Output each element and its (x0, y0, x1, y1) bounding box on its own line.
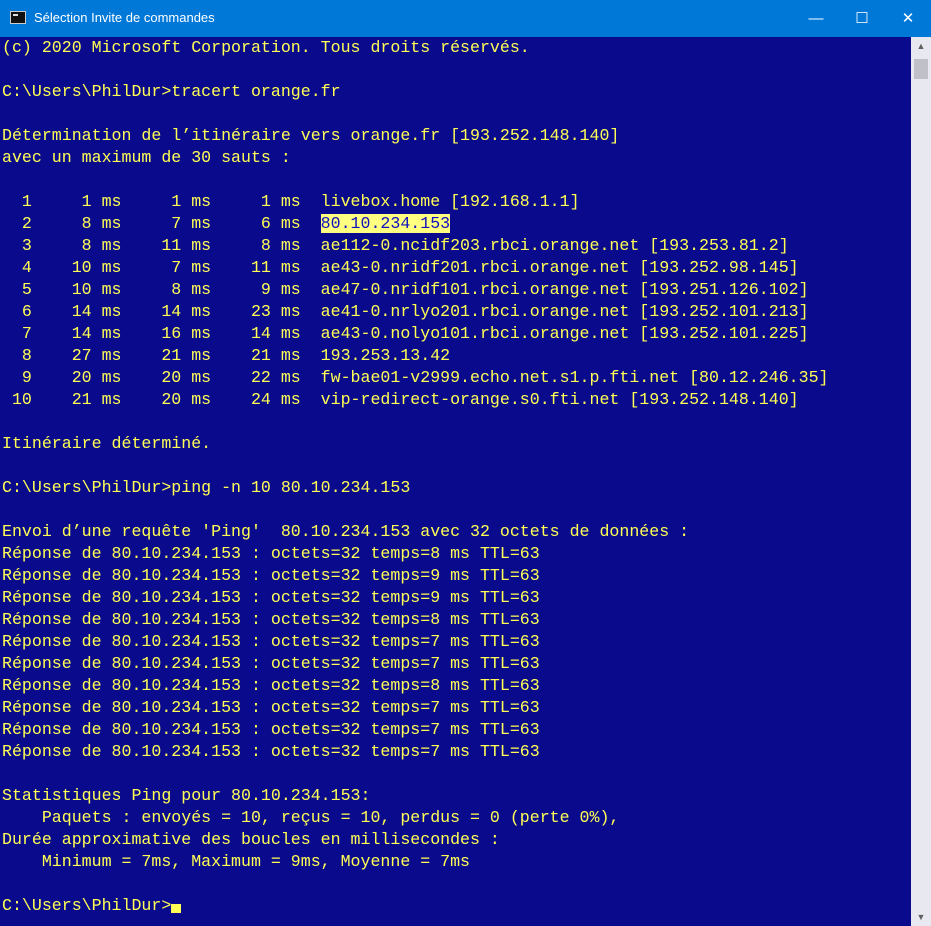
terminal-line: Réponse de 80.10.234.153 : octets=32 tem… (0, 741, 911, 763)
terminal-line: Réponse de 80.10.234.153 : octets=32 tem… (0, 675, 911, 697)
terminal-line: Minimum = 7ms, Maximum = 9ms, Moyenne = … (0, 851, 911, 873)
terminal-line: 7 14 ms 16 ms 14 ms ae43-0.nolyo101.rbci… (0, 323, 911, 345)
line-text: C:\Users\PhilDur>tracert orange.fr (2, 82, 341, 101)
line-text: (c) 2020 Microsoft Corporation. Tous dro… (2, 38, 530, 57)
line-text: Réponse de 80.10.234.153 : octets=32 tem… (2, 698, 540, 717)
line-text: 8 27 ms 21 ms 21 ms 193.253.13.42 (2, 346, 451, 365)
text-cursor (171, 904, 182, 913)
line-text: Réponse de 80.10.234.153 : octets=32 tem… (2, 632, 540, 651)
line-text: Réponse de 80.10.234.153 : octets=32 tem… (2, 676, 540, 695)
line-text: Durée approximative des boucles en milli… (2, 830, 500, 849)
terminal-line: Envoi d’une requête 'Ping' 80.10.234.153… (0, 521, 911, 543)
line-text: 10 21 ms 20 ms 24 ms vip-redirect-orange… (2, 390, 799, 409)
terminal-line: Réponse de 80.10.234.153 : octets=32 tem… (0, 719, 911, 741)
line-text: Réponse de 80.10.234.153 : octets=32 tem… (2, 742, 540, 761)
line-text: Réponse de 80.10.234.153 : octets=32 tem… (2, 544, 540, 563)
line-text: 7 14 ms 16 ms 14 ms ae43-0.nolyo101.rbci… (2, 324, 809, 343)
window-title: Sélection Invite de commandes (34, 10, 215, 25)
terminal-line: 1 1 ms 1 ms 1 ms livebox.home [192.168.1… (0, 191, 911, 213)
terminal-line: Réponse de 80.10.234.153 : octets=32 tem… (0, 565, 911, 587)
line-text: Réponse de 80.10.234.153 : octets=32 tem… (2, 720, 540, 739)
terminal-line: 9 20 ms 20 ms 22 ms fw-bae01-v2999.echo.… (0, 367, 911, 389)
terminal-line: Itinéraire déterminé. (0, 433, 911, 455)
line-text: Réponse de 80.10.234.153 : octets=32 tem… (2, 588, 540, 607)
terminal-line: 4 10 ms 7 ms 11 ms ae43-0.nridf201.rbci.… (0, 257, 911, 279)
terminal-line: C:\Users\PhilDur> (0, 895, 911, 917)
terminal-line: 8 27 ms 21 ms 21 ms 193.253.13.42 (0, 345, 911, 367)
terminal-line: Réponse de 80.10.234.153 : octets=32 tem… (0, 697, 911, 719)
line-text: 1 1 ms 1 ms 1 ms livebox.home [192.168.1… (2, 192, 580, 211)
line-text: avec un maximum de 30 sauts : (2, 148, 291, 167)
line-text: Paquets : envoyés = 10, reçus = 10, perd… (2, 808, 620, 827)
minimize-button[interactable]: — (793, 0, 839, 37)
terminal-line: 5 10 ms 8 ms 9 ms ae47-0.nridf101.rbci.o… (0, 279, 911, 301)
scroll-thumb[interactable] (914, 59, 928, 79)
terminal-line: Détermination de l’itinéraire vers orang… (0, 125, 911, 147)
line-text: Réponse de 80.10.234.153 : octets=32 tem… (2, 566, 540, 585)
terminal-line: 10 21 ms 20 ms 24 ms vip-redirect-orange… (0, 389, 911, 411)
line-text: 6 14 ms 14 ms 23 ms ae41-0.nrlyo201.rbci… (2, 302, 809, 321)
scroll-down-icon[interactable]: ▼ (911, 908, 931, 926)
line-text: 3 8 ms 11 ms 8 ms ae112-0.ncidf203.rbci.… (2, 236, 789, 255)
maximize-button[interactable]: ☐ (839, 0, 885, 37)
terminal-line: Réponse de 80.10.234.153 : octets=32 tem… (0, 587, 911, 609)
terminal-line: 2 8 ms 7 ms 6 ms 80.10.234.153 (0, 213, 911, 235)
terminal-line: C:\Users\PhilDur>ping -n 10 80.10.234.15… (0, 477, 911, 499)
terminal-line: avec un maximum de 30 sauts : (0, 147, 911, 169)
terminal-line: Réponse de 80.10.234.153 : octets=32 tem… (0, 631, 911, 653)
line-text: 9 20 ms 20 ms 22 ms fw-bae01-v2999.echo.… (2, 368, 829, 387)
close-button[interactable]: ✕ (885, 0, 931, 37)
line-text: Itinéraire déterminé. (2, 434, 212, 453)
terminal-line: Durée approximative des boucles en milli… (0, 829, 911, 851)
hop-2-prefix: 2 8 ms 7 ms 6 ms (2, 214, 321, 233)
line-text: Statistiques Ping pour 80.10.234.153: (2, 786, 371, 805)
line-text: Envoi d’une requête 'Ping' 80.10.234.153… (2, 522, 690, 541)
terminal-line: 6 14 ms 14 ms 23 ms ae41-0.nrlyo201.rbci… (0, 301, 911, 323)
line-text: C:\Users\PhilDur>ping -n 10 80.10.234.15… (2, 478, 411, 497)
line-text: Réponse de 80.10.234.153 : octets=32 tem… (2, 610, 540, 629)
line-text: 5 10 ms 8 ms 9 ms ae47-0.nridf101.rbci.o… (2, 280, 809, 299)
selected-text[interactable]: 80.10.234.153 (320, 214, 451, 233)
cmd-icon (10, 11, 26, 24)
line-text: Détermination de l’itinéraire vers orang… (2, 126, 620, 145)
vertical-scrollbar[interactable]: ▲ ▼ (911, 37, 931, 926)
terminal-line: Réponse de 80.10.234.153 : octets=32 tem… (0, 543, 911, 565)
terminal-line: 3 8 ms 11 ms 8 ms ae112-0.ncidf203.rbci.… (0, 235, 911, 257)
terminal-line: C:\Users\PhilDur>tracert orange.fr (0, 81, 911, 103)
terminal-line: Statistiques Ping pour 80.10.234.153: (0, 785, 911, 807)
line-text: 4 10 ms 7 ms 11 ms ae43-0.nridf201.rbci.… (2, 258, 799, 277)
terminal-line: Paquets : envoyés = 10, reçus = 10, perd… (0, 807, 911, 829)
terminal-line: (c) 2020 Microsoft Corporation. Tous dro… (0, 37, 911, 59)
scroll-up-icon[interactable]: ▲ (911, 37, 931, 55)
line-text: C:\Users\PhilDur> (2, 896, 172, 915)
line-text: Minimum = 7ms, Maximum = 9ms, Moyenne = … (2, 852, 471, 871)
terminal-line: Réponse de 80.10.234.153 : octets=32 tem… (0, 653, 911, 675)
title-bar[interactable]: Sélection Invite de commandes — ☐ ✕ (0, 0, 931, 37)
terminal-output[interactable]: (c) 2020 Microsoft Corporation. Tous dro… (0, 37, 911, 926)
line-text: Réponse de 80.10.234.153 : octets=32 tem… (2, 654, 540, 673)
terminal-line: Réponse de 80.10.234.153 : octets=32 tem… (0, 609, 911, 631)
